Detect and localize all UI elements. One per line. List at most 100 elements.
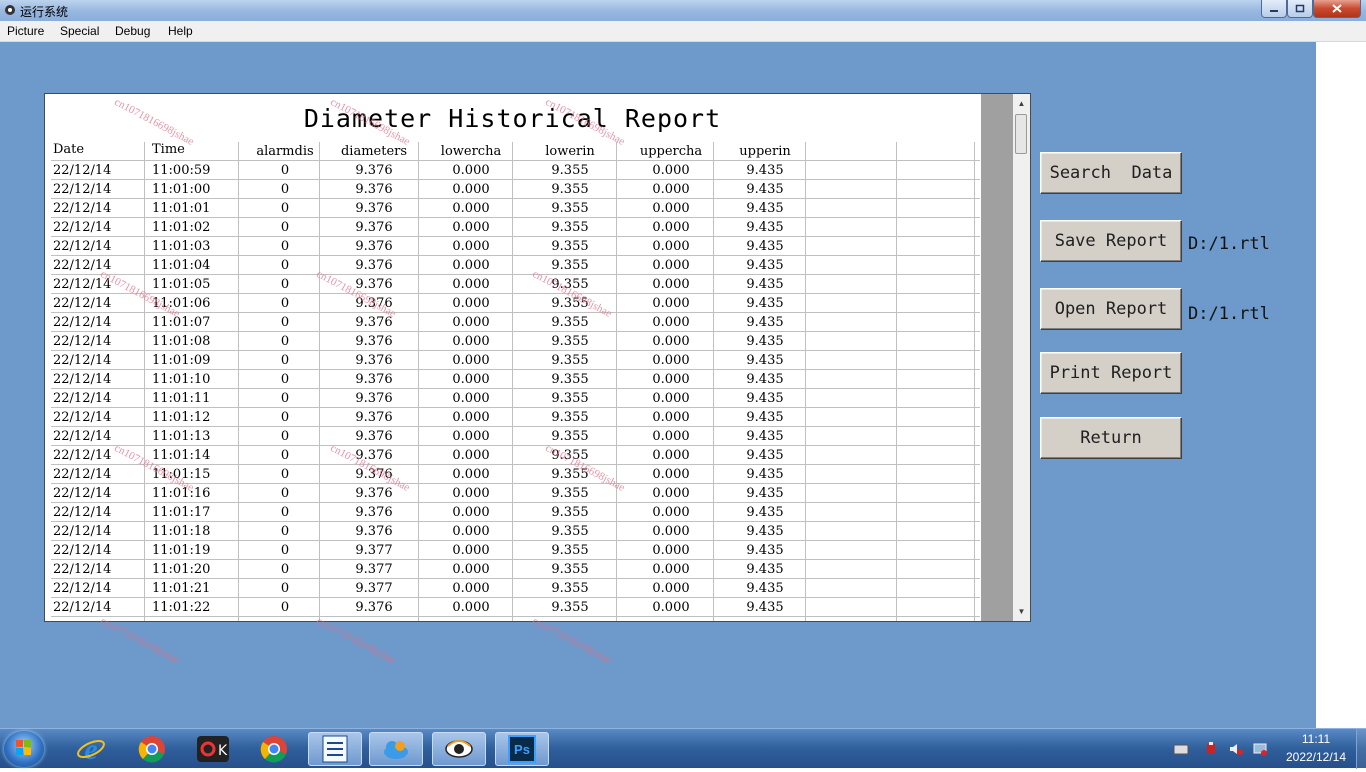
table-cell: 9.376 bbox=[355, 258, 393, 273]
table-cell: 22/12/14 bbox=[53, 258, 112, 273]
table-cell: 22/12/14 bbox=[53, 163, 112, 178]
menu-picture[interactable]: Picture bbox=[7, 24, 44, 38]
internet-explorer-icon[interactable]: e bbox=[64, 732, 118, 766]
media-app-icon[interactable]: K bbox=[186, 732, 240, 766]
print-report-button[interactable]: Print Report bbox=[1040, 352, 1182, 394]
table-cell: 9.355 bbox=[551, 581, 589, 596]
save-report-button[interactable]: Save Report bbox=[1040, 220, 1182, 262]
table-cell: 9.435 bbox=[746, 429, 784, 444]
table-cell: 11:01:13 bbox=[152, 429, 211, 444]
grid-line bbox=[51, 521, 980, 522]
table-cell: 22/12/14 bbox=[53, 391, 112, 406]
table-cell: 9.435 bbox=[746, 562, 784, 577]
grid-line bbox=[51, 578, 980, 579]
document-app-icon[interactable] bbox=[308, 732, 362, 766]
table-cell: 9.435 bbox=[746, 182, 784, 197]
table-cell: 22/12/14 bbox=[53, 277, 112, 292]
chrome-icon[interactable] bbox=[247, 732, 301, 766]
table-cell: 11:01:00 bbox=[152, 182, 211, 197]
table-cell: 0 bbox=[280, 220, 290, 235]
table-cell: 9.355 bbox=[551, 258, 589, 273]
table-cell: 22/12/14 bbox=[53, 182, 112, 197]
grid-line bbox=[512, 142, 513, 621]
grid-line bbox=[713, 142, 714, 621]
volume-muted-icon[interactable] bbox=[1228, 741, 1244, 757]
table-cell: 0.000 bbox=[652, 372, 690, 387]
table-cell: 0 bbox=[280, 524, 290, 539]
table-cell: 0.000 bbox=[652, 600, 690, 615]
table-cell: 0 bbox=[280, 429, 290, 444]
grid-line bbox=[51, 255, 980, 256]
close-button[interactable] bbox=[1313, 0, 1361, 18]
grid-line bbox=[51, 369, 980, 370]
minimize-button[interactable] bbox=[1261, 0, 1287, 18]
clock-time[interactable]: 11:11 bbox=[1296, 732, 1336, 746]
table-cell: 0 bbox=[280, 562, 290, 577]
table-cell: 0.000 bbox=[452, 182, 490, 197]
search-data-button[interactable]: Search Data bbox=[1040, 152, 1182, 194]
cloud-app-icon[interactable] bbox=[369, 732, 423, 766]
table-cell: 0.000 bbox=[452, 201, 490, 216]
table-cell: 9.355 bbox=[551, 353, 589, 368]
table-cell: 11:01:07 bbox=[152, 315, 211, 330]
windows-logo-icon bbox=[16, 740, 31, 755]
report-panel[interactable]: Diameter Historical Report Date Time alarm… bbox=[44, 93, 1031, 622]
table-cell: 9.435 bbox=[746, 448, 784, 463]
return-button[interactable]: Return bbox=[1040, 417, 1182, 459]
table-cell: 0.000 bbox=[452, 296, 490, 311]
table-cell: 22/12/14 bbox=[53, 524, 112, 539]
table-cell: 11:01:17 bbox=[152, 505, 211, 520]
right-margin bbox=[1316, 42, 1366, 728]
network-icon[interactable] bbox=[1252, 741, 1268, 757]
table-cell: 0.000 bbox=[652, 391, 690, 406]
table-cell: 9.376 bbox=[355, 429, 393, 444]
menu-bar: Picture Special Debug Help bbox=[0, 21, 1366, 42]
scroll-down-icon[interactable]: ▼ bbox=[1013, 604, 1030, 620]
taskbar: e K Ps 11:11 2022/12/14 bbox=[0, 728, 1366, 769]
chrome-icon[interactable] bbox=[125, 732, 179, 766]
table-cell: 9.376 bbox=[355, 600, 393, 615]
scroll-up-icon[interactable]: ▲ bbox=[1013, 96, 1030, 112]
table-cell: 9.355 bbox=[551, 315, 589, 330]
window-title: 运行系统 bbox=[20, 5, 69, 19]
scroll-thumb[interactable] bbox=[1015, 114, 1027, 154]
table-cell: 9.377 bbox=[355, 543, 393, 558]
table-cell: 0 bbox=[280, 258, 290, 273]
table-cell: 9.355 bbox=[551, 239, 589, 254]
table-cell: 9.435 bbox=[746, 277, 784, 292]
clock-date[interactable]: 2022/12/14 bbox=[1276, 750, 1356, 764]
table-cell: 22/12/14 bbox=[53, 543, 112, 558]
svg-text:e: e bbox=[84, 734, 97, 764]
keyboard-icon[interactable] bbox=[1173, 741, 1189, 757]
table-cell: 0 bbox=[280, 315, 290, 330]
table-cell: 9.435 bbox=[746, 163, 784, 178]
menu-debug[interactable]: Debug bbox=[115, 24, 150, 38]
photoshop-icon[interactable]: Ps bbox=[495, 732, 549, 766]
table-cell: 0 bbox=[280, 486, 290, 501]
start-button[interactable] bbox=[4, 731, 44, 767]
table-cell: 0.000 bbox=[452, 524, 490, 539]
title-bar[interactable]: 运行系统 bbox=[0, 0, 1366, 21]
table-cell: 0.000 bbox=[652, 258, 690, 273]
table-cell: 9.355 bbox=[551, 296, 589, 311]
menu-special[interactable]: Special bbox=[60, 24, 99, 38]
show-desktop-button[interactable] bbox=[1356, 729, 1366, 769]
grid-line bbox=[51, 616, 980, 617]
maximize-button[interactable] bbox=[1287, 0, 1313, 18]
usb-device-icon[interactable] bbox=[1203, 741, 1219, 757]
table-cell: 9.376 bbox=[355, 296, 393, 311]
grid-line bbox=[51, 217, 980, 218]
table-cell: 9.435 bbox=[746, 258, 784, 273]
open-path-label: D:/1.rtl bbox=[1188, 304, 1270, 324]
vertical-scrollbar[interactable] bbox=[1013, 94, 1030, 621]
table-cell: 9.435 bbox=[746, 600, 784, 615]
open-report-button[interactable]: Open Report bbox=[1040, 288, 1182, 330]
table-cell: 9.355 bbox=[551, 163, 589, 178]
table-cell: 9.376 bbox=[355, 163, 393, 178]
table-cell: 0.000 bbox=[452, 410, 490, 425]
table-cell: 11:01:16 bbox=[152, 486, 211, 501]
table-cell: 9.376 bbox=[355, 201, 393, 216]
menu-help[interactable]: Help bbox=[168, 24, 193, 38]
table-cell: 0.000 bbox=[452, 315, 490, 330]
eye-app-icon[interactable] bbox=[432, 732, 486, 766]
